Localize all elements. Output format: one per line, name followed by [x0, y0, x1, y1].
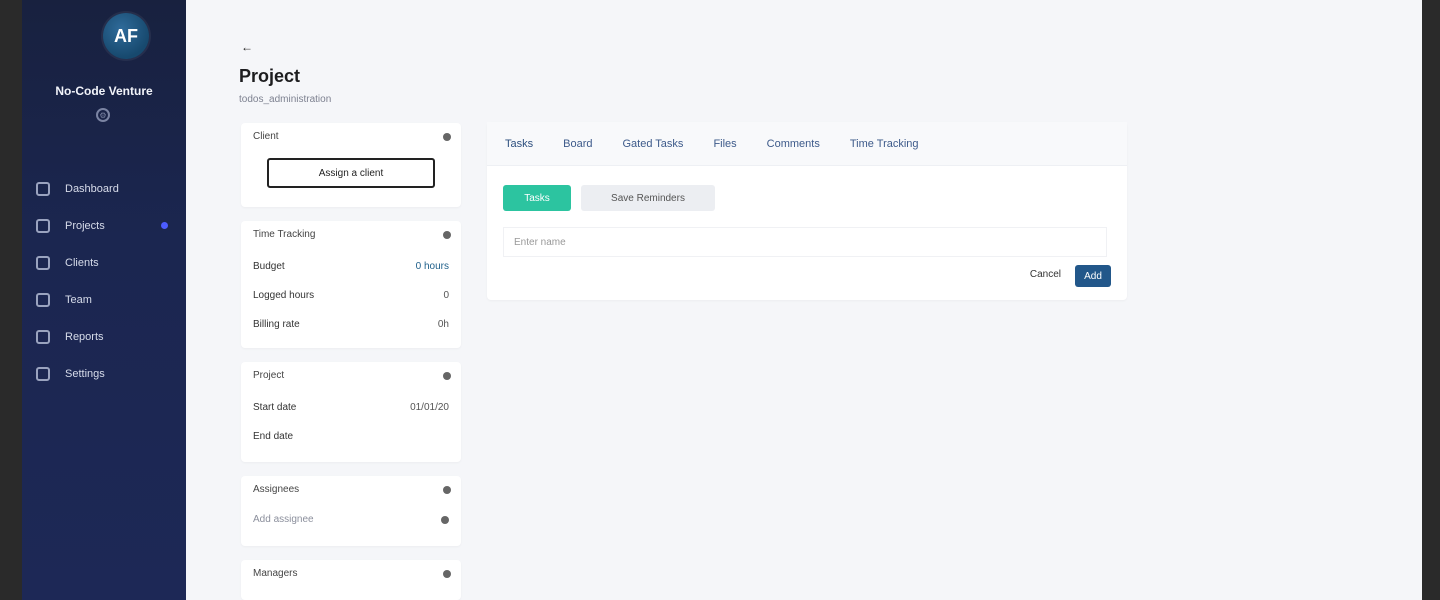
row-value[interactable]: 0 hours	[416, 261, 449, 272]
sidebar-item-label: Clients	[65, 256, 99, 269]
page-subtitle: todos_administration	[239, 94, 332, 105]
reports-icon	[36, 329, 50, 344]
start-date-row: Start date 01/01/20	[241, 393, 461, 422]
pin-icon[interactable]	[443, 371, 451, 380]
window-frame-left	[0, 0, 22, 600]
row-value: 0h	[437, 319, 449, 330]
pin-icon[interactable]	[443, 132, 451, 141]
sidebar-item-label: Projects	[65, 219, 105, 232]
window-frame-right	[1422, 0, 1440, 600]
row-label: End date	[253, 431, 294, 442]
card-title: Client	[253, 131, 279, 142]
add-assignee-row[interactable]: Add assignee	[241, 505, 461, 534]
org-avatar[interactable]: AF	[103, 13, 149, 59]
sidebar-item-settings[interactable]: Settings	[22, 355, 186, 392]
card-header: Project	[241, 362, 461, 381]
row-value: 0	[443, 290, 449, 301]
notification-dot	[161, 222, 168, 229]
card-header: Time Tracking	[241, 221, 461, 240]
assignee-input[interactable]: Add assignee	[253, 514, 314, 525]
home-icon	[36, 181, 50, 196]
row-value[interactable]: 01/01/20	[410, 402, 449, 413]
pin-icon[interactable]	[443, 230, 451, 239]
logged-hours-row: Logged hours 0	[241, 281, 461, 310]
pin-icon[interactable]	[443, 569, 451, 578]
team-icon	[36, 292, 50, 307]
budget-row: Budget 0 hours	[241, 252, 461, 281]
client-card: Client Assign a client	[241, 123, 461, 207]
task-name-input[interactable]: Enter name	[503, 227, 1107, 257]
projects-icon	[36, 218, 50, 233]
sidebar-item-dashboard[interactable]: Dashboard	[22, 170, 186, 207]
card-header: Client	[241, 123, 461, 142]
card-title: Project	[253, 370, 285, 381]
page-title: Project	[239, 66, 301, 86]
org-settings-icon[interactable]: ⚙	[96, 108, 110, 122]
org-name: No-Code Venture	[55, 84, 153, 98]
row-label: Budget	[253, 261, 285, 272]
tab-comments[interactable]: Comments	[767, 138, 820, 150]
sidebar-item-projects[interactable]: Projects	[22, 207, 186, 244]
managers-card: Managers	[241, 560, 461, 600]
tab-files[interactable]: Files	[713, 138, 736, 150]
add-button[interactable]: Add	[1075, 265, 1111, 287]
tab-tasks[interactable]: Tasks	[505, 138, 533, 150]
save-reminders-button[interactable]: Save Reminders	[581, 185, 715, 211]
row-label: Logged hours	[253, 290, 315, 301]
card-title: Time Tracking	[253, 229, 316, 240]
row-label: Start date	[253, 402, 297, 413]
sidebar-item-label: Reports	[65, 330, 104, 343]
card-header: Assignees	[241, 476, 461, 495]
settings-icon	[36, 366, 50, 381]
tab-gated-tasks[interactable]: Gated Tasks	[622, 138, 683, 150]
sidebar-item-label: Dashboard	[65, 182, 119, 195]
cancel-button[interactable]: Cancel	[1030, 269, 1061, 280]
sidebar-nav: Dashboard Projects Clients Team Reports …	[22, 170, 186, 392]
sidebar-item-team[interactable]: Team	[22, 281, 186, 318]
tab-board[interactable]: Board	[563, 138, 592, 150]
clients-icon	[36, 255, 50, 270]
row-label: Billing rate	[253, 319, 300, 330]
card-title: Assignees	[253, 484, 300, 495]
tasks-actions: Tasks Save Reminders	[503, 185, 715, 211]
back-button[interactable]: ←	[241, 40, 254, 54]
card-title: Managers	[253, 568, 298, 579]
end-date-row: End date	[241, 422, 461, 451]
assign-client-button[interactable]: Assign a client	[267, 158, 435, 188]
tasks-button[interactable]: Tasks	[503, 185, 571, 211]
time-tracking-card: Time Tracking Budget 0 hours Logged hour…	[241, 221, 461, 348]
sidebar-item-label: Team	[65, 293, 92, 306]
sidebar-item-clients[interactable]: Clients	[22, 244, 186, 281]
sidebar-item-reports[interactable]: Reports	[22, 318, 186, 355]
project-tabs-card: Tasks Board Gated Tasks Files Comments T…	[487, 122, 1127, 300]
tab-bar: Tasks Board Gated Tasks Files Comments T…	[487, 122, 1127, 166]
main-content: ← Project todos_administration Client As…	[186, 0, 1422, 600]
sidebar-item-label: Settings	[65, 367, 105, 380]
card-header: Managers	[241, 560, 461, 579]
add-assignee-icon[interactable]	[441, 515, 449, 524]
tab-time-tracking[interactable]: Time Tracking	[850, 138, 919, 150]
project-card: Project Start date 01/01/20 End date	[241, 362, 461, 462]
assignees-card: Assignees Add assignee	[241, 476, 461, 546]
pin-icon[interactable]	[443, 485, 451, 494]
billing-rate-row: Billing rate 0h	[241, 310, 461, 339]
